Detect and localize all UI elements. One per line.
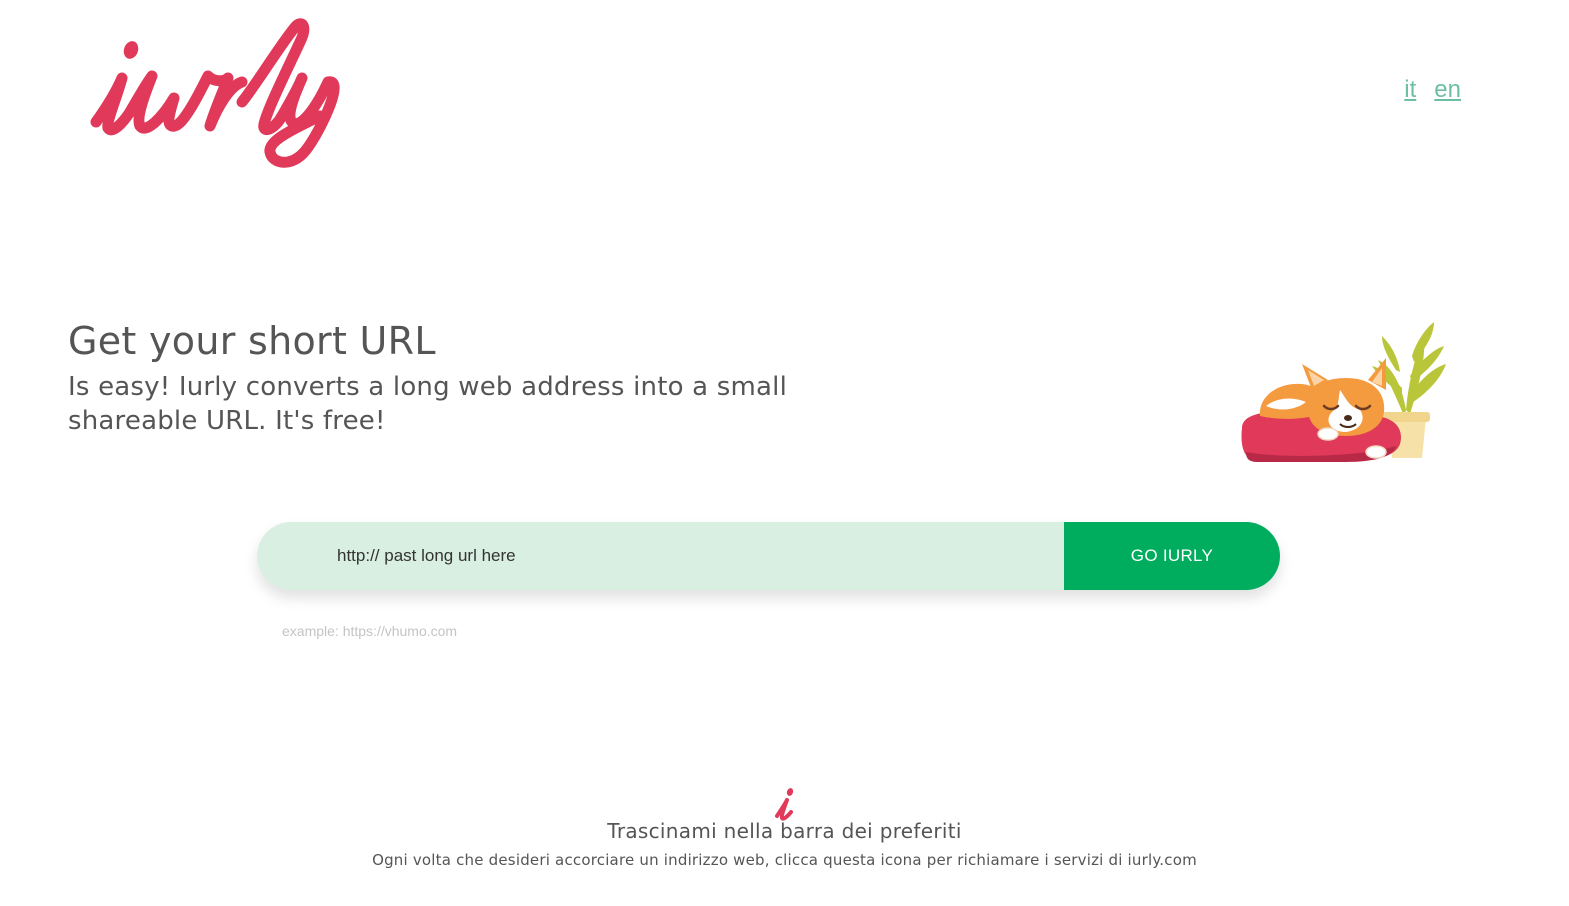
language-link-it[interactable]: it: [1404, 76, 1416, 104]
bookmarklet-description: Ogni volta che desideri accorciare un in…: [372, 851, 1197, 869]
bookmarklet-title: Trascinami nella barra dei preferiti: [607, 819, 962, 843]
sleeping-corgi-illustration: [1236, 306, 1452, 466]
iurly-i-bookmark-icon[interactable]: [773, 786, 797, 822]
long-url-input[interactable]: [257, 522, 1064, 590]
go-iurly-button[interactable]: GO IURLY: [1064, 522, 1280, 590]
shorten-url-form: GO IURLY: [257, 522, 1280, 590]
iurly-logo-icon: [90, 18, 340, 168]
language-link-en[interactable]: en: [1434, 76, 1461, 104]
url-example-hint: example: https://vhumo.com: [282, 623, 458, 639]
page-subtitle: Is easy! Iurly converts a long web addre…: [68, 372, 788, 436]
page-title: Get your short URL: [68, 319, 436, 363]
iurly-logo[interactable]: [86, 12, 356, 172]
page: it en Get your short URL Is easy! Iurly …: [0, 0, 1569, 906]
hero: Get your short URL Is easy! Iurly conver…: [68, 318, 808, 438]
bookmarklet-section: Trascinami nella barra dei preferiti Ogn…: [0, 786, 1569, 870]
language-switcher: it en: [1404, 76, 1461, 104]
